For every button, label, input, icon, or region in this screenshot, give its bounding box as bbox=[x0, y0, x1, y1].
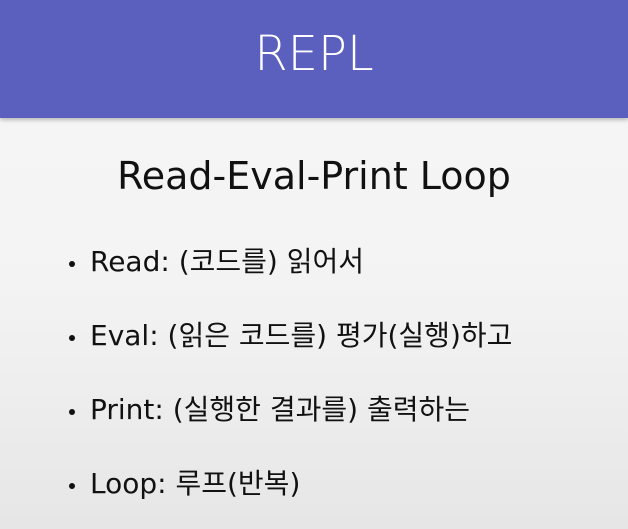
bullet-text-print: Print: (실행한 결과를) 출력하는 bbox=[90, 393, 470, 426]
bullet-text-eval: Eval: (읽은 코드를) 평가(실행)하고 bbox=[90, 319, 513, 352]
title-bar: REPL bbox=[0, 0, 628, 118]
bullet-dot-icon bbox=[60, 462, 90, 506]
bullet-dot-icon bbox=[60, 388, 90, 432]
slide-subtitle: Read-Eval-Print Loop bbox=[117, 154, 511, 198]
bullet-item: Print: (실행한 결과를) 출력하는 bbox=[60, 388, 620, 462]
bullet-text-read: Read: (코드를) 읽어서 bbox=[90, 245, 364, 278]
bullet-list: Read: (코드를) 읽어서 Eval: (읽은 코드를) 평가(실행)하고 … bbox=[60, 240, 620, 529]
bullet-text-loop: Loop: 루프(반복) bbox=[90, 467, 301, 500]
presentation-slide: REPL Read-Eval-Print Loop Read: (코드를) 읽어… bbox=[0, 0, 628, 529]
bullet-dot-icon bbox=[60, 314, 90, 358]
slide-title: REPL bbox=[254, 26, 374, 82]
bullet-item: Read: (코드를) 읽어서 bbox=[60, 240, 620, 314]
bullet-dot-icon bbox=[60, 240, 90, 284]
bullet-item: Eval: (읽은 코드를) 평가(실행)하고 bbox=[60, 314, 620, 388]
bullet-item: Loop: 루프(반복) bbox=[60, 462, 620, 529]
